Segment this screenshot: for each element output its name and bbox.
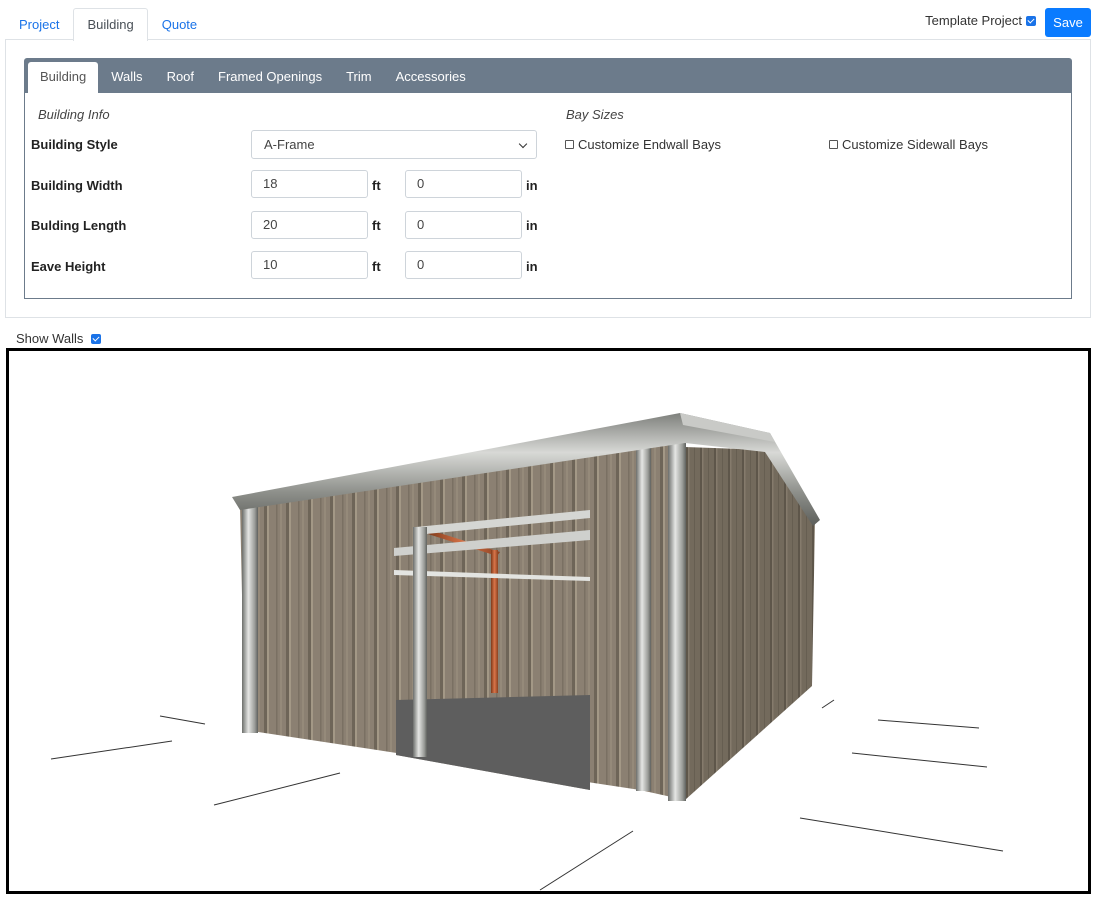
ground-line — [213, 772, 341, 806]
show-walls-checkbox[interactable] — [91, 333, 102, 344]
eave-ft-unit: ft — [372, 259, 381, 274]
ground-line — [50, 740, 173, 760]
building-info-heading: Building Info — [38, 107, 110, 122]
endwall-checkbox[interactable] — [565, 140, 574, 149]
building-length-ft-input[interactable]: 20 — [251, 211, 368, 239]
subtab-trim[interactable]: Trim — [334, 62, 384, 93]
save-button[interactable]: Save — [1045, 8, 1091, 37]
building-style-value: A-Frame — [264, 137, 315, 152]
top-tab-bar: Project Building Quote — [5, 8, 211, 41]
template-project-label: Template Project — [925, 13, 1022, 28]
customize-sidewall-bays[interactable]: Customize Sidewall Bays — [829, 137, 988, 152]
width-in-unit: in — [526, 178, 538, 193]
width-ft-unit: ft — [372, 178, 381, 193]
subtab-roof[interactable]: Roof — [155, 62, 206, 93]
building-3d-viewport[interactable] — [6, 348, 1091, 894]
template-project-toggle[interactable]: Template Project — [925, 13, 1036, 28]
endwall-label: Customize Endwall Bays — [578, 137, 722, 152]
subtab-walls[interactable]: Walls — [99, 62, 154, 93]
ground-line — [539, 830, 634, 891]
tab-project[interactable]: Project — [5, 8, 73, 40]
interior-frame-column — [491, 550, 498, 693]
ground-line — [799, 817, 1004, 852]
opening-jamb — [413, 527, 427, 757]
ground-line — [877, 719, 980, 729]
endwall-right — [685, 447, 815, 800]
length-in-unit: in — [526, 218, 538, 233]
customize-endwall-bays[interactable]: Customize Endwall Bays — [565, 137, 721, 152]
chevron-down-icon — [518, 139, 528, 149]
building-width-in-input[interactable]: 0 — [405, 170, 522, 198]
subtab-framed-openings[interactable]: Framed Openings — [206, 62, 334, 93]
show-walls-toggle[interactable]: Show Walls — [16, 331, 102, 346]
ground-line — [159, 715, 206, 725]
building-width-label: Building Width — [31, 178, 123, 193]
tab-building[interactable]: Building — [73, 8, 148, 41]
tab-quote[interactable]: Quote — [148, 8, 211, 40]
building-style-label: Building Style — [31, 137, 118, 152]
show-walls-label: Show Walls — [16, 331, 84, 346]
downspout — [636, 446, 651, 791]
length-ft-unit: ft — [372, 218, 381, 233]
sub-tab-bar: Building Walls Roof Framed Openings Trim… — [24, 58, 1072, 93]
ground-line — [851, 752, 988, 768]
template-project-checkbox[interactable] — [1026, 15, 1036, 26]
eave-height-in-input[interactable]: 0 — [405, 251, 522, 279]
eave-in-unit: in — [526, 259, 538, 274]
building-width-ft-input[interactable]: 18 — [251, 170, 368, 198]
bay-sizes-heading: Bay Sizes — [566, 107, 624, 122]
subtab-accessories[interactable]: Accessories — [384, 62, 478, 93]
corner-trim-left — [242, 507, 258, 733]
building-style-select[interactable]: A-Frame — [251, 130, 537, 159]
building-3d-render — [50, 413, 1004, 891]
building-info-panel — [24, 93, 1072, 299]
sidewall-checkbox[interactable] — [829, 140, 838, 149]
corner-trim-right — [668, 443, 686, 801]
eave-height-ft-input[interactable]: 10 — [251, 251, 368, 279]
eave-height-label: Eave Height — [31, 259, 106, 274]
ground-line — [821, 699, 835, 709]
subtab-building[interactable]: Building — [28, 62, 99, 93]
building-length-in-input[interactable]: 0 — [405, 211, 522, 239]
sidewall-label: Customize Sidewall Bays — [842, 137, 988, 152]
building-length-label: Bulding Length — [31, 218, 127, 233]
